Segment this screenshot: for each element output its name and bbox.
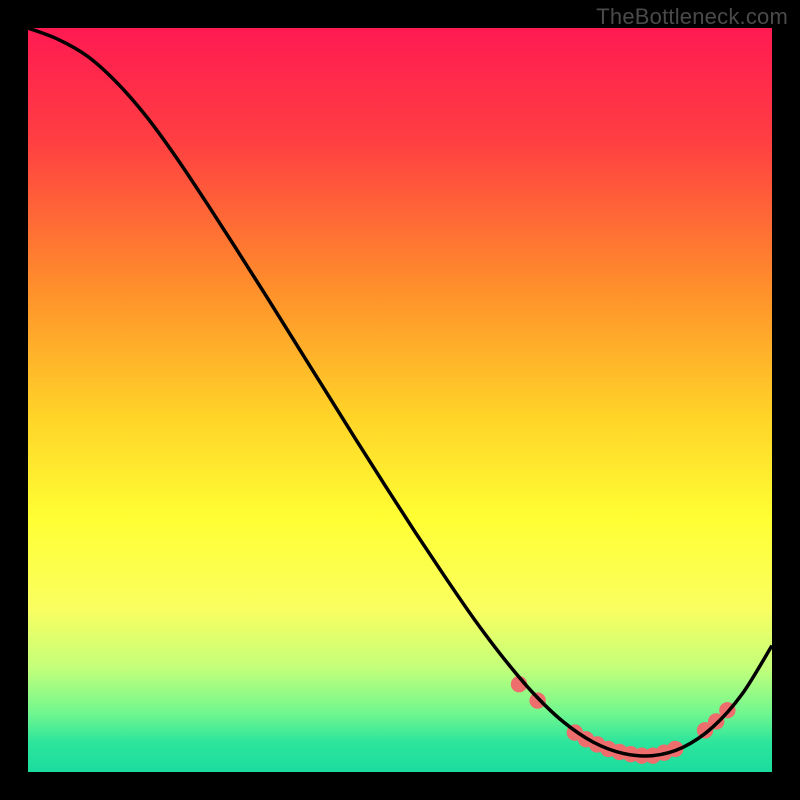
- gradient-background: [28, 28, 772, 772]
- chart-svg: [28, 28, 772, 772]
- chart-frame: TheBottleneck.com: [0, 0, 800, 800]
- plot-area: [28, 28, 772, 772]
- marker-dot: [529, 692, 545, 708]
- watermark-text: TheBottleneck.com: [596, 4, 788, 30]
